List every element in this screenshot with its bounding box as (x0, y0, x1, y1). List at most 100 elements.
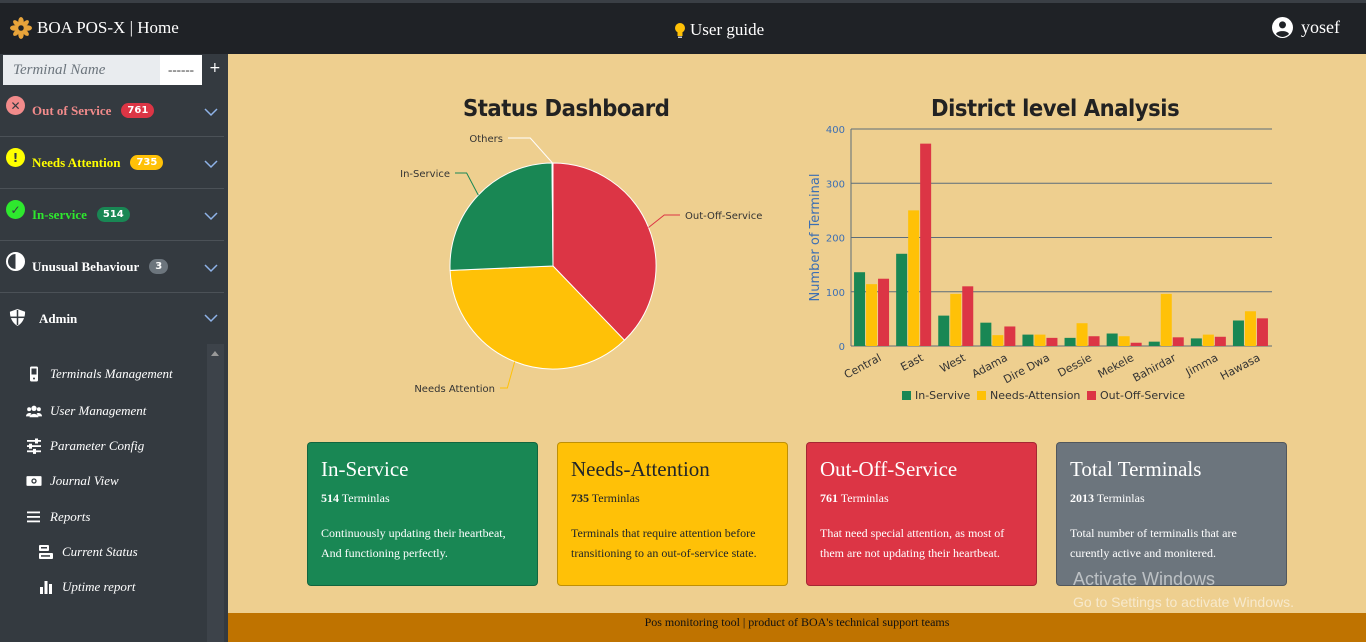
sidebar-item-journal-view[interactable]: Journal View (26, 473, 119, 489)
chevron-down-icon[interactable] (204, 209, 218, 223)
card-description: That need special attention, as most of … (820, 526, 1005, 560)
sidebar-item-parameter-config[interactable]: Parameter Config (26, 438, 144, 454)
sidebar-item-status[interactable]: ✕ Out of Service 761 (0, 85, 224, 137)
legend-label[interactable]: Needs-Attension (990, 389, 1080, 402)
legend-swatch (977, 391, 986, 400)
card-count-number: 2013 (1070, 491, 1094, 505)
pie-leader-line (455, 172, 479, 196)
y-tick-label: 200 (826, 234, 845, 245)
legend-label[interactable]: In-Servive (915, 389, 971, 402)
sidebar-item-terminals-management[interactable]: Terminals Management (26, 366, 173, 382)
bar[interactable] (992, 335, 1004, 346)
bar[interactable] (1232, 320, 1244, 346)
status-label: Unusual Behaviour (32, 258, 140, 274)
pie-slice[interactable] (449, 162, 554, 271)
sidebar-item-current-status[interactable]: Current Status (38, 544, 138, 560)
terminal-filter-select[interactable]: ------ (160, 55, 202, 85)
footer: Pos monitoring tool | product of BOA's t… (228, 613, 1366, 642)
card-description: Total number of terminalis that are cure… (1070, 526, 1237, 560)
bar[interactable] (1118, 336, 1130, 346)
bar[interactable] (1190, 338, 1202, 346)
star-logo-icon (10, 17, 32, 39)
card-count-unit: Terminlas (341, 491, 390, 505)
bar[interactable] (1034, 334, 1046, 346)
bar[interactable] (920, 143, 932, 346)
menu-label: Reports (50, 509, 91, 524)
terminal-name-input[interactable] (3, 55, 160, 85)
activate-windows-title: Activate Windows (1073, 569, 1216, 589)
y-axis-title: Number of Terminal (808, 174, 823, 302)
top-navbar: BOA POS-X | Home User guide yosef (0, 0, 1366, 54)
card-count-unit: Terminlas (840, 491, 889, 505)
legend-swatch (1087, 391, 1096, 400)
bar[interactable] (1148, 341, 1160, 346)
bar[interactable] (878, 278, 890, 346)
chevron-down-icon[interactable] (204, 105, 218, 119)
bar[interactable] (1004, 326, 1016, 346)
bar-chart-icon (40, 581, 52, 594)
sidebar-item-reports[interactable]: Reports (26, 509, 90, 525)
menu-label: Current Status (62, 544, 138, 559)
bar[interactable] (1244, 311, 1256, 346)
x-tick-label: Hawasa (1218, 351, 1262, 383)
sidebar-scrollbar[interactable] (207, 344, 224, 642)
card-count: 761 Terminlas (820, 491, 1023, 506)
y-tick-label: 100 (826, 288, 845, 299)
bar[interactable] (1130, 342, 1142, 346)
bar[interactable] (1256, 318, 1268, 346)
bar[interactable] (962, 286, 974, 346)
bar[interactable] (1076, 323, 1088, 346)
bar[interactable] (1202, 334, 1214, 346)
x-tick-label: Dessie (1056, 351, 1095, 380)
bar[interactable] (980, 322, 992, 346)
status-pie-chart: Out-Off-Service Needs Attention In-Service… (400, 134, 762, 395)
lightbulb-icon (675, 23, 685, 38)
chevron-down-icon[interactable] (204, 311, 218, 325)
x-tick-label: Bahirdar (1131, 351, 1179, 385)
bar[interactable] (1022, 334, 1034, 346)
menu-label: Parameter Config (50, 438, 145, 453)
bar[interactable] (854, 272, 866, 346)
add-button[interactable]: + (209, 60, 221, 76)
brand-link[interactable]: BOA POS-X | Home (10, 17, 179, 39)
sidebar-item-status[interactable]: Unusual Behaviour 3 (0, 241, 224, 293)
user-guide-link[interactable]: User guide (674, 20, 764, 40)
bar[interactable] (1160, 293, 1172, 346)
users-icon (26, 405, 42, 418)
user-menu[interactable]: yosef (1272, 17, 1340, 38)
chevron-down-icon[interactable] (204, 261, 218, 275)
scroll-up-arrow-icon[interactable] (211, 351, 219, 356)
bar[interactable] (1172, 337, 1184, 346)
exclamation-circle-icon: ! (6, 148, 25, 167)
status-dashboard-title: Status Dashboard (463, 96, 670, 122)
username: yosef (1301, 17, 1340, 37)
bar[interactable] (866, 284, 878, 346)
count-badge: 514 (96, 207, 130, 222)
bar[interactable] (938, 315, 950, 346)
chevron-down-icon[interactable] (204, 157, 218, 171)
bar[interactable] (1064, 337, 1076, 346)
sidebar: ------ + ✕ Out of Service 761! Needs Attent… (0, 54, 228, 642)
sidebar-item-admin[interactable]: Admin (0, 293, 224, 345)
bar[interactable] (950, 293, 962, 346)
brand-text: BOA POS-X | Home (37, 18, 179, 37)
bar[interactable] (1214, 336, 1226, 346)
bar[interactable] (1088, 336, 1100, 346)
check-circle-icon: ✓ (6, 200, 25, 219)
pie-label: In-Service (400, 169, 450, 180)
sidebar-item-status[interactable]: ✓ In-service 514 (0, 189, 224, 241)
card-description: Continuously updating their heartbeat, A… (321, 526, 506, 560)
sidebar-item-user-management[interactable]: User Management (26, 403, 146, 419)
bar[interactable] (896, 253, 908, 346)
sidebar-item-status[interactable]: ! Needs Attention 735 (0, 137, 224, 189)
pie-label: Others (469, 134, 503, 145)
status-list-icon (39, 545, 53, 559)
bar[interactable] (1046, 337, 1058, 346)
x-tick-label: Dire Dwa (1001, 351, 1051, 386)
legend-label[interactable]: Out-Off-Service (1100, 389, 1185, 402)
sidebar-item-uptime-report[interactable]: Uptime report (38, 579, 136, 595)
activate-windows-subtitle: Go to Settings to activate Windows. (1073, 594, 1294, 610)
x-tick-label: East (898, 351, 926, 374)
bar[interactable] (1106, 333, 1118, 346)
bar[interactable] (908, 210, 920, 346)
